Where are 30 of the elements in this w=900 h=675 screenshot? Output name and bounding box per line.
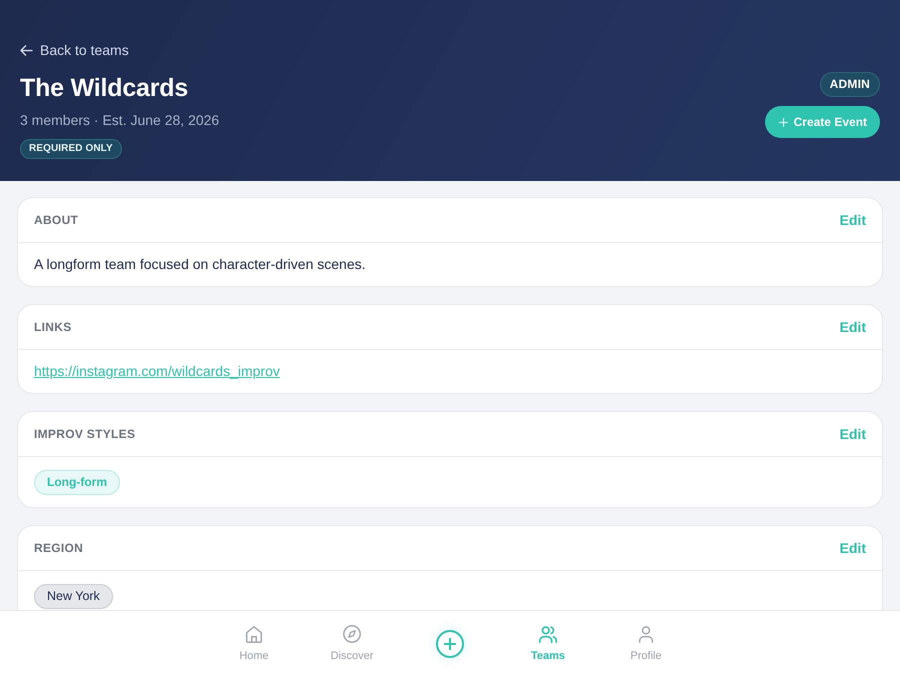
region-chip: New York: [34, 584, 113, 609]
arrow-left-icon: [20, 44, 33, 56]
edit-link[interactable]: Edit: [840, 426, 866, 442]
section-title: LINKS: [34, 320, 72, 334]
user-icon: [636, 624, 656, 644]
edit-link[interactable]: Edit: [840, 319, 866, 335]
visibility-badge: REQUIRED ONLY: [20, 139, 122, 159]
section-title: ABOUT: [34, 213, 78, 227]
role-badge: ADMIN: [820, 72, 880, 97]
style-chip: Long-form: [34, 470, 120, 495]
home-icon: [244, 624, 264, 644]
edit-link[interactable]: Edit: [840, 540, 866, 556]
nav-tab[interactable]: Home: [219, 624, 289, 663]
create-event-button[interactable]: Create Event: [764, 106, 880, 138]
team-title: The Wildcards: [20, 73, 188, 104]
section-title: REGION: [34, 541, 84, 555]
url-link[interactable]: https://instagram.com/wildcards_improv: [34, 361, 280, 381]
team-meta: 3 members · Est. June 28, 2026: [20, 111, 220, 130]
plus-icon: [444, 638, 456, 650]
nav-tab[interactable]: Profile: [611, 624, 681, 663]
back-link[interactable]: Back to teams: [20, 40, 129, 60]
edit-link[interactable]: Edit: [840, 212, 866, 228]
nav-tab[interactable]: Discover: [317, 624, 387, 663]
section-title: IMPROV STYLES: [34, 427, 136, 441]
nav-tab[interactable]: Teams: [513, 624, 583, 663]
compass-icon: [342, 624, 362, 644]
about-text: A longform team focused on character-driven scenes.: [34, 255, 367, 274]
users-icon: [538, 624, 558, 644]
plus-icon: [778, 118, 788, 126]
add-button[interactable]: [436, 630, 464, 658]
